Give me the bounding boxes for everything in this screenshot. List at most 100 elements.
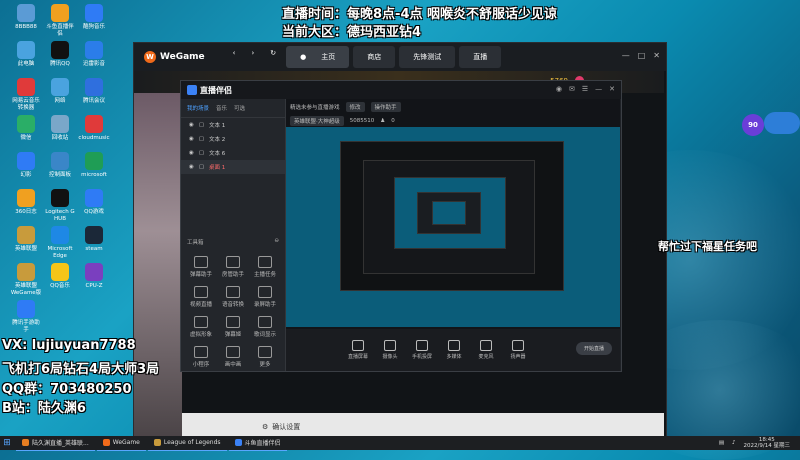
tool-item[interactable]: 画中画 (219, 346, 247, 368)
eye-icon[interactable]: ◉ (189, 122, 194, 128)
icon-14 (51, 152, 69, 170)
control-button[interactable]: 多媒体 (438, 340, 470, 360)
tab-home[interactable]: ● 主页 (286, 46, 350, 68)
desktop-icon-10[interactable]: 微信 (10, 115, 42, 142)
scene-item[interactable]: ◉ ▢ 文本 6 (181, 146, 285, 160)
desktop-icon-label: 腾讯手游助手 (12, 320, 40, 333)
desktop-icon-4[interactable]: 此电脑 (10, 41, 42, 68)
maximize-icon[interactable]: □ (638, 51, 646, 60)
control-button[interactable]: 扬声器 (502, 340, 534, 360)
tool-item[interactable]: 小程序 (187, 346, 215, 368)
desktop-icon-24[interactable]: CPU-Z (78, 263, 110, 290)
toolbox-settings-icon[interactable]: ⊖ (274, 238, 279, 246)
desktop-icon-5[interactable]: 腾讯QQ (44, 41, 76, 68)
desktop-icon-2[interactable]: 斗鱼直播伴侣 (44, 4, 76, 38)
desktop-icon-8[interactable]: 网络 (44, 78, 76, 105)
icon-24 (85, 263, 103, 281)
lock-icon[interactable]: ▢ (199, 136, 204, 142)
network-icon[interactable]: ▤ (719, 440, 724, 446)
refresh-icon[interactable]: ↻ (264, 46, 282, 68)
desktop-icon-22[interactable]: 英雄联盟WeGame版 (10, 263, 42, 297)
control-button[interactable]: 麦克风 (470, 340, 502, 360)
helper-button[interactable]: 操作助手 (370, 102, 401, 112)
desktop-icon-23[interactable]: QQ音乐 (44, 263, 76, 290)
taskbar-item-browser[interactable]: 陆久渊直播_英雄联... (16, 436, 95, 451)
start-stream-button[interactable]: 开始直播 (575, 342, 612, 355)
desktop-icon-21[interactable]: steam (78, 226, 110, 253)
tool-label: 房管助手 (221, 272, 244, 278)
desktop-icon-3[interactable]: 酷狗音乐 (78, 4, 110, 31)
tool-item[interactable]: 弹幕助手 (187, 256, 215, 278)
taskbar-item-wegame[interactable]: WeGame (96, 436, 146, 451)
desktop-icon-15[interactable]: microsoft (78, 152, 110, 179)
desktop-icon-16[interactable]: 360日志 (10, 189, 42, 216)
tab-live[interactable]: 直播 (459, 46, 502, 68)
tab-store[interactable]: 商店 (353, 46, 396, 68)
tool-item[interactable]: 歌词显示 (251, 316, 279, 338)
tool-item[interactable]: 更多 (251, 346, 279, 368)
minimize-icon[interactable]: — (622, 51, 630, 60)
eye-icon[interactable]: ◉ (189, 136, 194, 142)
tool-item[interactable]: 房管助手 (219, 256, 247, 278)
desktop-icon-label: Microsoft Edge (47, 246, 73, 259)
tool-item[interactable]: 弹幕姬 (219, 316, 247, 338)
tool-item[interactable]: 虚拟形象 (187, 316, 215, 338)
forward-icon[interactable]: › (245, 46, 260, 68)
desktop-icon-13[interactable]: 幻影 (10, 152, 42, 179)
lock-icon[interactable]: ▢ (199, 150, 204, 156)
minimize-icon[interactable]: — (595, 85, 602, 93)
control-button[interactable]: 直播屏幕 (342, 340, 374, 360)
tool-icon (226, 346, 240, 358)
icon-4 (17, 41, 35, 59)
tool-label: 弹幕助手 (189, 272, 212, 278)
scene-item[interactable]: ◉ ▢ 文本 2 (181, 132, 285, 146)
tool-item[interactable]: 视频直播 (187, 286, 215, 308)
back-icon[interactable]: ‹ (227, 46, 242, 68)
taskbar-item-lol[interactable]: League of Legends (147, 436, 227, 451)
tab-optional[interactable]: 可选 (234, 104, 245, 112)
clock[interactable]: 18:45 2022/9/14 星期三 (744, 437, 790, 449)
desktop-icon-11[interactable]: 回收站 (44, 115, 76, 142)
desktop-icon-9[interactable]: 腾讯会议 (78, 78, 110, 105)
tool-label: 歌词显示 (253, 332, 276, 338)
user-icon[interactable]: ◉ (556, 85, 562, 93)
windows-start-icon[interactable]: ⊞ (0, 436, 14, 450)
eye-icon[interactable]: ◉ (189, 164, 194, 170)
desktop-icon-7[interactable]: 网易云音乐转换器 (10, 78, 42, 112)
lock-icon[interactable]: ▢ (199, 164, 204, 170)
scene-item-selected[interactable]: ◉ ▢ 桌面 1 (181, 160, 285, 174)
desktop-icon-25[interactable]: 腾讯手游助手 (10, 300, 42, 334)
desktop-icon-12[interactable]: cloudmusic (78, 115, 110, 142)
tab-test[interactable]: 先锋测试 (399, 46, 456, 68)
scene-item[interactable]: ◉ ▢ 文本 1 (181, 118, 285, 132)
tab-music[interactable]: 音乐 (216, 104, 227, 112)
desktop-icon-1[interactable]: 8BBB88 (10, 4, 42, 31)
desktop-icon-20[interactable]: Microsoft Edge (44, 226, 76, 260)
taskbar-item-live[interactable]: 斗鱼直播伴侣 (228, 436, 287, 451)
desktop-icon-6[interactable]: 迅雷影音 (78, 41, 110, 68)
settings-icon[interactable]: ⚙ (262, 423, 268, 431)
menu-icon[interactable]: ☰ (582, 85, 588, 93)
eye-icon[interactable]: ◉ (189, 150, 194, 156)
bilibili-overlay: B站：陆久渊6 (2, 401, 86, 416)
desktop-icon-17[interactable]: Logitech G HUB (44, 189, 76, 223)
tool-item[interactable]: 主播任务 (251, 256, 279, 278)
close-icon[interactable]: ✕ (653, 51, 660, 60)
close-icon[interactable]: ✕ (609, 85, 615, 93)
category-chip[interactable]: 英雄联盟·大神超级 (290, 116, 344, 126)
lock-icon[interactable]: ▢ (199, 122, 204, 128)
volume-icon[interactable]: ♪ (732, 440, 736, 446)
desktop-icon-14[interactable]: 控制面板 (44, 152, 76, 179)
mail-icon[interactable]: ✉ (569, 85, 575, 93)
nested-preview-2 (363, 160, 535, 274)
tool-item[interactable]: 录屏助手 (251, 286, 279, 308)
settings-label: 确认设置 (272, 423, 301, 431)
control-button[interactable]: 摄像头 (374, 340, 406, 360)
desktop-icon-19[interactable]: 英雄联盟 (10, 226, 42, 253)
tab-scenes[interactable]: 我的场景 (187, 104, 209, 112)
tool-item[interactable]: 语音转换 (219, 286, 247, 308)
control-button[interactable]: 手机投屏 (406, 340, 438, 360)
desktop-icon-18[interactable]: QQ游戏 (78, 189, 110, 216)
edit-button[interactable]: 修改 (345, 102, 365, 112)
live-assistant-window[interactable]: 直播伴侣 ◉ ✉ ☰ — ✕ 我的场景 音乐 可选 ◉ ▢ 文本 1 ◉ ▢ 文本 2 … (180, 80, 622, 372)
